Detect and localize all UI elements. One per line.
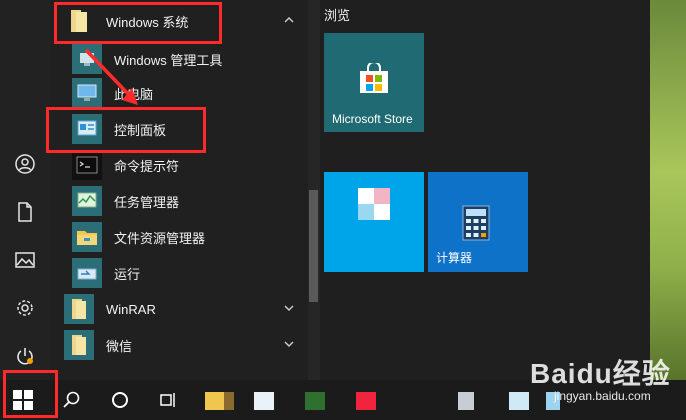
annotation-arrow (84, 48, 138, 105)
start-menu-screen: Windows 系统 Windows 管理工具 此电脑 控制面板 (0, 0, 686, 420)
